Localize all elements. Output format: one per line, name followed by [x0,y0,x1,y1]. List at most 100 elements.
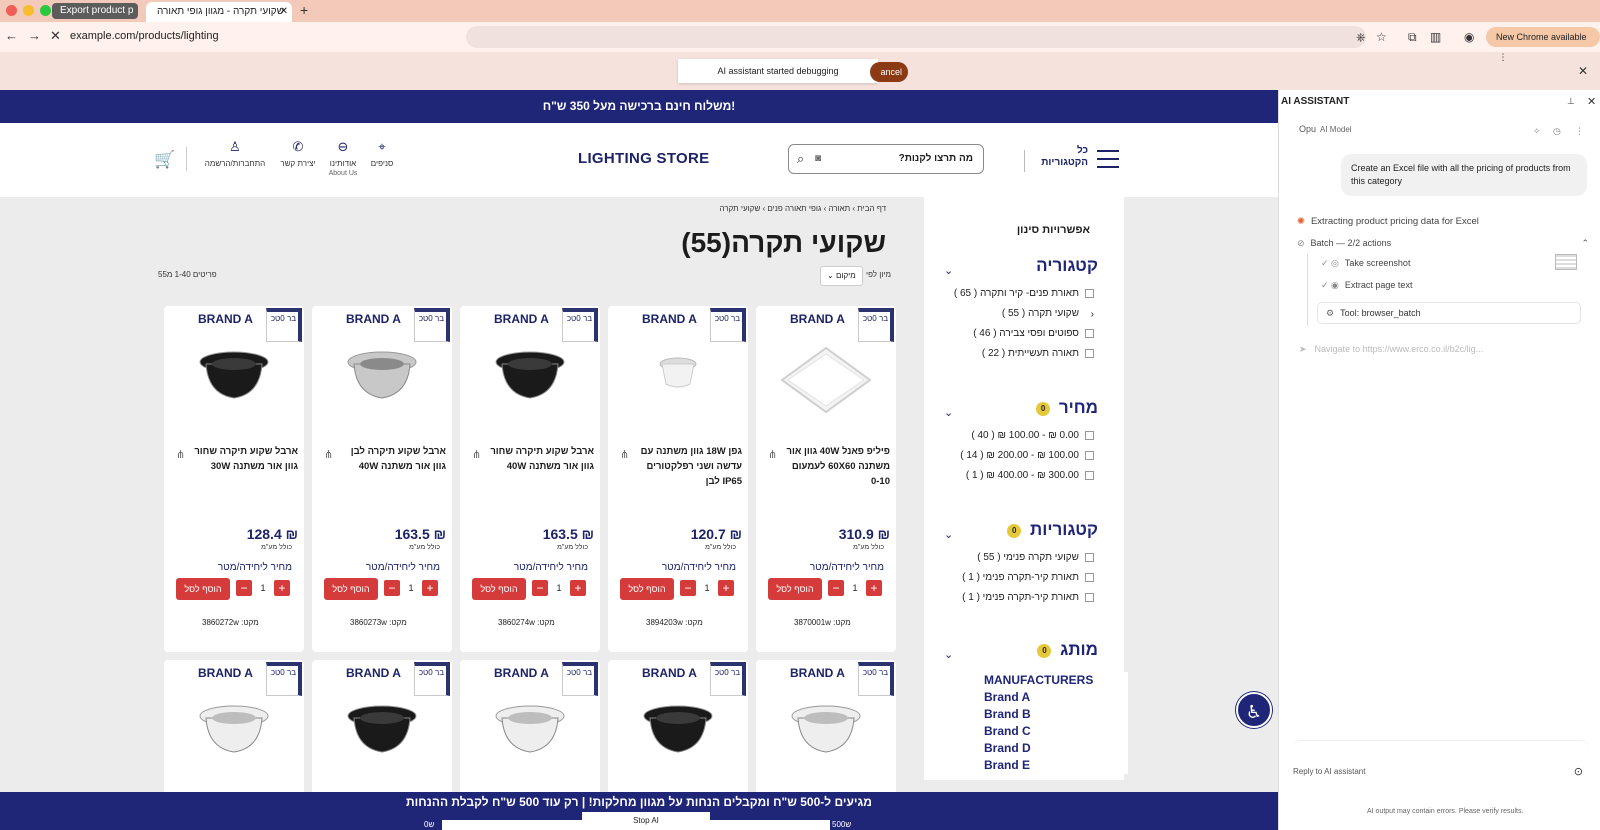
product-name[interactable]: ארבל שקוע תיקרה לבן גוון אור משתנה 40W [338,444,446,474]
filter-option[interactable]: 0.00 ₪ - 100.00 ₪ ( 40 ) [971,430,1094,441]
cancel-debugging-button[interactable]: ancel [870,62,908,82]
quantity-stepper[interactable]: −1 + [828,580,882,596]
product-card[interactable]: BRAND A בר 0טכ פיליפ פאנל 40W גוון אור משת… [756,306,896,652]
filter-section-categories[interactable]: קטגוריות 0 [1007,520,1098,540]
add-to-cart-button[interactable]: הוסף לסל [324,578,378,600]
product-image[interactable] [492,342,568,411]
product-name[interactable]: פיליפ פאנל 40W גוון אור משתנה 60X60 לעמע… [782,444,890,489]
product-image[interactable] [640,696,716,765]
product-card[interactable]: BRAND A בר 0טכ ארבל שקוע תיקרה שחור גוון א… [460,306,600,652]
maximize-window-button[interactable] [40,5,51,16]
close-tab-icon[interactable]: ✕ [280,2,288,22]
forward-icon[interactable]: → [28,28,41,43]
quantity-increase-button[interactable]: + [422,580,438,596]
quantity-value[interactable]: 1 [404,580,418,596]
nav-about[interactable]: ⊖ אודותינו About Us [326,139,360,177]
filter-option[interactable]: שקועי תקרה פנימי ( 55 ) [977,552,1094,563]
manufacturer-option[interactable]: Brand A [984,689,1128,706]
add-to-cart-button[interactable]: הוסף לסל [472,578,526,600]
hamburger-menu-icon[interactable] [1097,150,1119,174]
product-card[interactable]: BRAND A בר 0טכ [756,660,896,800]
nav-branches[interactable]: ⌖ סניפים [368,139,396,168]
quantity-decrease-button[interactable]: − [384,580,400,596]
quantity-decrease-button[interactable]: − [680,580,696,596]
send-icon[interactable]: ⊙ [1574,765,1583,778]
close-panel-icon[interactable]: ✕ [1587,95,1596,108]
quantity-decrease-button[interactable]: − [236,580,252,596]
product-image[interactable] [648,342,708,407]
share-icon[interactable]: ⋔ [768,448,777,461]
back-icon[interactable]: ← [5,28,18,43]
share-icon[interactable]: ⋔ [472,448,481,461]
manufacturer-option[interactable]: Brand D [984,740,1128,757]
manufacturer-option[interactable]: Brand C [984,723,1128,740]
omnibox[interactable] [466,26,1366,48]
sort-select[interactable]: ⌄ מיקום [820,266,863,286]
filter-section-category[interactable]: קטגוריה [1036,256,1098,276]
profile-icon[interactable]: ◉ [1464,30,1474,44]
product-card[interactable]: BRAND A בר 0טכ גפן 18W גוון משתנה עם עדשה … [608,306,748,652]
filter-option[interactable]: 100.00 ₪ - 200.00 ₪ ( 14 ) [960,450,1094,461]
tool-browser-batch[interactable]: ⚙ Tool: browser_batch [1317,302,1581,324]
new-chrome-available-button[interactable]: New Chrome available ⋮ [1486,27,1600,62]
reply-input[interactable]: Reply to AI assistant ⊙ [1293,740,1589,786]
breadcrumb[interactable]: דף הבית › תאורה › גופי תאורה פנים › שקוע… [600,204,886,213]
translate-icon[interactable]: ⎈ [1356,30,1366,45]
search-box[interactable]: ⌕ ◙ מה תרצו לקנות? [788,144,984,174]
product-name[interactable]: ארבל שקוע תיקרה שחור גוון אור משתנה 30W [190,444,298,474]
quantity-stepper[interactable]: −1 + [384,580,438,596]
quantity-stepper[interactable]: −1 + [680,580,734,596]
close-window-button[interactable] [6,5,17,16]
more-options-icon[interactable]: ⋮ [1575,126,1584,137]
share-icon[interactable]: ⋔ [176,448,185,461]
quantity-decrease-button[interactable]: − [828,580,844,596]
model-selector[interactable]: Opu AI Model [1299,124,1352,134]
share-icon[interactable]: ⋔ [324,448,333,461]
batch-header[interactable]: ⊘ Batch — 2/2 actions ⌃ [1297,238,1591,249]
accessibility-icon[interactable]: ♿ [1236,692,1272,728]
chevron-down-icon[interactable]: ⌄ [944,528,953,541]
product-image[interactable] [774,342,878,419]
product-card[interactable]: BRAND A בר 0טכ ארבל שקוע תיקרה שחור גוון א… [164,306,304,652]
product-name[interactable]: ארבל שקוע תיקרה שחור גוון אור משתנה 40W [486,444,594,474]
filter-option[interactable]: תאורת פנים- קיר ותקרה ( 65 ) [954,288,1094,299]
close-infobar-icon[interactable]: ✕ [1578,64,1588,78]
quantity-increase-button[interactable]: + [718,580,734,596]
filter-option[interactable]: תאורת קיר-תקרה פנימי ( 1 ) [962,592,1094,603]
search-icon[interactable]: ⌕ [797,151,804,167]
product-image[interactable] [196,696,272,765]
quantity-increase-button[interactable]: + [570,580,586,596]
filter-option[interactable]: 300.00 ₪ - 400.00 ₪ ( 1 ) [966,470,1094,481]
product-card[interactable]: BRAND A בר 0טכ [164,660,304,800]
product-image[interactable] [196,342,272,411]
chevron-up-icon[interactable]: ⌃ [1581,238,1589,249]
filter-option[interactable]: תאורת קיר-תקרה פנימי ( 1 ) [962,572,1094,583]
quantity-value[interactable]: 1 [700,580,714,596]
quantity-value[interactable]: 1 [256,580,270,596]
extensions-icon[interactable]: ⧉ [1408,30,1417,45]
tab-export-product[interactable]: Export product p [52,3,138,19]
add-to-cart-button[interactable]: הוסף לסל [176,578,230,600]
all-categories-label[interactable]: כל הקטגוריות [1040,145,1088,169]
quantity-stepper[interactable]: −1 + [236,580,290,596]
filter-section-price[interactable]: מחיר 0 [1036,398,1098,418]
filter-option[interactable]: ‹שקועי תקרה ( 55 ) [1002,308,1094,320]
product-name[interactable]: גפן 18W גוון משתנה עם עדשה ושני רפלקטורי… [634,444,742,489]
product-image[interactable] [492,696,568,765]
product-card[interactable]: BRAND A בר 0טכ ארבל שקוע תיקרה לבן גוון או… [312,306,452,652]
nav-login[interactable]: ♙ התחברות/הרשמה [204,139,266,168]
product-image[interactable] [344,342,420,411]
manufacturer-option[interactable]: Brand B [984,706,1128,723]
manufacturer-option[interactable]: Brand E [984,757,1128,774]
chevron-down-icon[interactable]: ⌄ [944,264,953,277]
filter-option[interactable]: תאורה תעשייתית ( 22 ) [982,348,1094,359]
pin-icon[interactable]: ⊥ [1567,96,1575,107]
filter-option[interactable]: ספוטים ופסי צבירה ( 46 ) [973,328,1094,339]
bookmark-star-icon[interactable]: ☆ [1376,30,1387,44]
nav-contact[interactable]: ✆ יצירת קשר [278,139,318,168]
filter-section-brand[interactable]: מותג 0 [1037,640,1098,660]
add-to-cart-button[interactable]: הוסף לסל [620,578,674,600]
share-icon[interactable]: ⋔ [620,448,629,461]
product-card[interactable]: BRAND A בר 0טכ [312,660,452,800]
add-to-cart-button[interactable]: הוסף לסל [768,578,822,600]
